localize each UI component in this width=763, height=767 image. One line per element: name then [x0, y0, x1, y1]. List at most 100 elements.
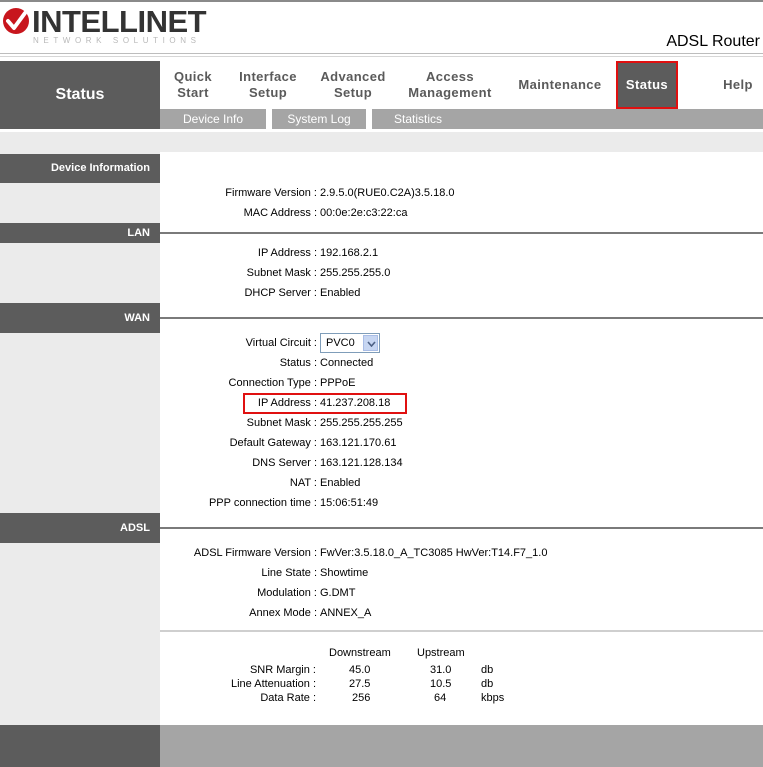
virtual-circuit-select[interactable]: PVC0: [320, 333, 380, 353]
default-gateway-value: 163.121.170.61: [320, 437, 397, 449]
adsl-firmware-value: FwVer:3.5.18.0_A_TC3085 HwVer:T14.F7_1.0: [320, 547, 548, 559]
adsl-firmware-label: ADSL Firmware Version :: [193, 547, 317, 559]
chevron-down-icon: [367, 341, 376, 347]
lan-dhcp-value: Enabled: [320, 287, 361, 299]
nav-help[interactable]: Help: [714, 61, 762, 109]
snr-margin-unit: db: [481, 664, 494, 676]
nav-access-management[interactable]: Access Management: [400, 61, 500, 109]
line-attenuation-unit: db: [481, 678, 494, 690]
virtual-circuit-row: Virtual Circuit :: [160, 333, 763, 353]
nav-status[interactable]: Status: [616, 61, 678, 109]
nav-quick-start[interactable]: Quick Start: [160, 61, 226, 109]
default-gateway-label: Default Gateway :: [229, 437, 317, 449]
subnav-statistics[interactable]: Statistics: [372, 109, 464, 129]
top-border: [0, 0, 763, 2]
section-adsl: ADSL: [0, 513, 160, 543]
dns-server-row: DNS Server : 163.121.128.134: [160, 453, 763, 473]
nav-maintenance-label: Maintenance: [518, 77, 602, 92]
nav-status-label: Status: [625, 77, 669, 92]
connection-type-value: PPPoE: [320, 377, 356, 389]
modulation-label: Modulation :: [257, 587, 317, 599]
nat-row: NAT : Enabled: [160, 473, 763, 493]
firmware-version-value: 2.9.5.0(RUE0.C2A)3.5.18.0: [320, 187, 455, 199]
footer-left: [0, 725, 160, 767]
lan-subnet-label: Subnet Mask :: [246, 267, 317, 279]
section-device-information: Device Information: [0, 154, 160, 183]
line-state-value: Showtime: [320, 567, 369, 579]
dns-server-value: 163.121.128.134: [320, 457, 403, 469]
line-attenuation-up: 10.5: [430, 678, 452, 690]
intellinet-logo: INTELLINET NETWORK SOLUTIONS: [2, 5, 207, 49]
col-header-downstream: Downstream: [329, 647, 391, 659]
line-state-row: Line State : Showtime: [160, 563, 763, 583]
line-attenuation-down: 27.5: [349, 678, 371, 690]
footer-right: [160, 725, 763, 767]
section-lan: LAN: [0, 223, 160, 243]
nav-advanced-setup[interactable]: Advanced Setup: [312, 61, 394, 109]
header-divider-2: [0, 56, 763, 57]
firmware-version-label: Firmware Version :: [225, 187, 317, 199]
lan-ip-value: 192.168.2.1: [320, 247, 379, 259]
spacer-band: [0, 132, 763, 152]
wan-subnet-label: Subnet Mask :: [246, 417, 317, 429]
lan-subnet-value: 255.255.255.0: [320, 267, 391, 279]
mac-address-value: 00:0e:2e:c3:22:ca: [320, 207, 408, 219]
nav-access-management-label: Access Management: [408, 69, 492, 100]
section-lan-line: [160, 232, 763, 234]
section-wan: WAN: [0, 303, 160, 333]
mac-address-label: MAC Address :: [243, 207, 317, 219]
lan-dhcp-row: DHCP Server : Enabled: [160, 283, 763, 303]
page-title: Status: [0, 61, 160, 129]
annex-mode-value: ANNEX_A: [320, 607, 372, 619]
nav-interface-setup-label: Interface Setup: [239, 69, 297, 100]
virtual-circuit-box[interactable]: PVC0: [320, 333, 380, 353]
subnav-system-log[interactable]: System Log: [272, 109, 366, 129]
product-model: ADSL Router: [666, 33, 760, 50]
nav-maintenance[interactable]: Maintenance: [512, 61, 608, 109]
dns-server-label: DNS Server :: [252, 457, 317, 469]
virtual-circuit-label: Virtual Circuit :: [245, 337, 317, 349]
virtual-circuit-value: PVC0: [326, 337, 355, 349]
firmware-version-row: Firmware Version : 2.9.5.0(RUE0.C2A)3.5.…: [160, 183, 763, 203]
connection-type-row: Connection Type : PPPoE: [160, 373, 763, 393]
modulation-value: G.DMT: [320, 587, 356, 599]
annex-mode-label: Annex Mode :: [249, 607, 317, 619]
line-state-label: Line State :: [261, 567, 317, 579]
brand-tagline: NETWORK SOLUTIONS: [33, 36, 201, 45]
adsl-firmware-row: ADSL Firmware Version : FwVer:3.5.18.0_A…: [160, 543, 763, 563]
checkmark-logo-icon: [3, 8, 29, 34]
brand-name: INTELLINET: [32, 4, 207, 39]
default-gateway-row: Default Gateway : 163.121.170.61: [160, 433, 763, 453]
mac-address-row: MAC Address : 00:0e:2e:c3:22:ca: [160, 203, 763, 223]
modulation-row: Modulation : G.DMT: [160, 583, 763, 603]
data-rate-label: Data Rate :: [260, 692, 316, 704]
data-rate-unit: kbps: [481, 692, 505, 704]
wan-status-label: Status :: [279, 357, 317, 369]
snr-margin-down: 45.0: [349, 664, 371, 676]
ppp-time-row: PPP connection time : 15:06:51:49: [160, 493, 763, 513]
data-rate-down: 256: [352, 692, 371, 704]
section-adsl-line: [160, 527, 763, 529]
ppp-time-value: 15:06:51:49: [320, 497, 379, 509]
lan-dhcp-label: DHCP Server :: [244, 287, 317, 299]
dropdown-button[interactable]: [363, 335, 378, 351]
ppp-time-label: PPP connection time :: [208, 497, 317, 509]
nat-value: Enabled: [320, 477, 361, 489]
nav-quick-start-label: Quick Start: [173, 69, 213, 100]
header-divider: [0, 53, 763, 54]
sub-nav: Device Info System Log Statistics: [160, 109, 763, 129]
connection-type-label: Connection Type :: [228, 377, 317, 389]
section-wan-line: [160, 317, 763, 319]
nav-advanced-setup-label: Advanced Setup: [320, 69, 386, 100]
main-nav: Quick Start Interface Setup Advanced Set…: [160, 61, 763, 109]
nav-help-label: Help: [723, 77, 753, 92]
subnav-device-info[interactable]: Device Info: [160, 109, 266, 129]
line-attenuation-label: Line Attenuation :: [230, 678, 316, 690]
wan-subnet-value: 255.255.255.255: [320, 417, 403, 429]
col-header-upstream: Upstream: [417, 647, 465, 659]
data-rate-up: 64: [434, 692, 447, 704]
snr-margin-label: SNR Margin :: [249, 664, 316, 676]
nav-interface-setup[interactable]: Interface Setup: [230, 61, 306, 109]
lan-ip-label: IP Address :: [257, 247, 317, 259]
lan-ip-row: IP Address : 192.168.2.1: [160, 243, 763, 263]
